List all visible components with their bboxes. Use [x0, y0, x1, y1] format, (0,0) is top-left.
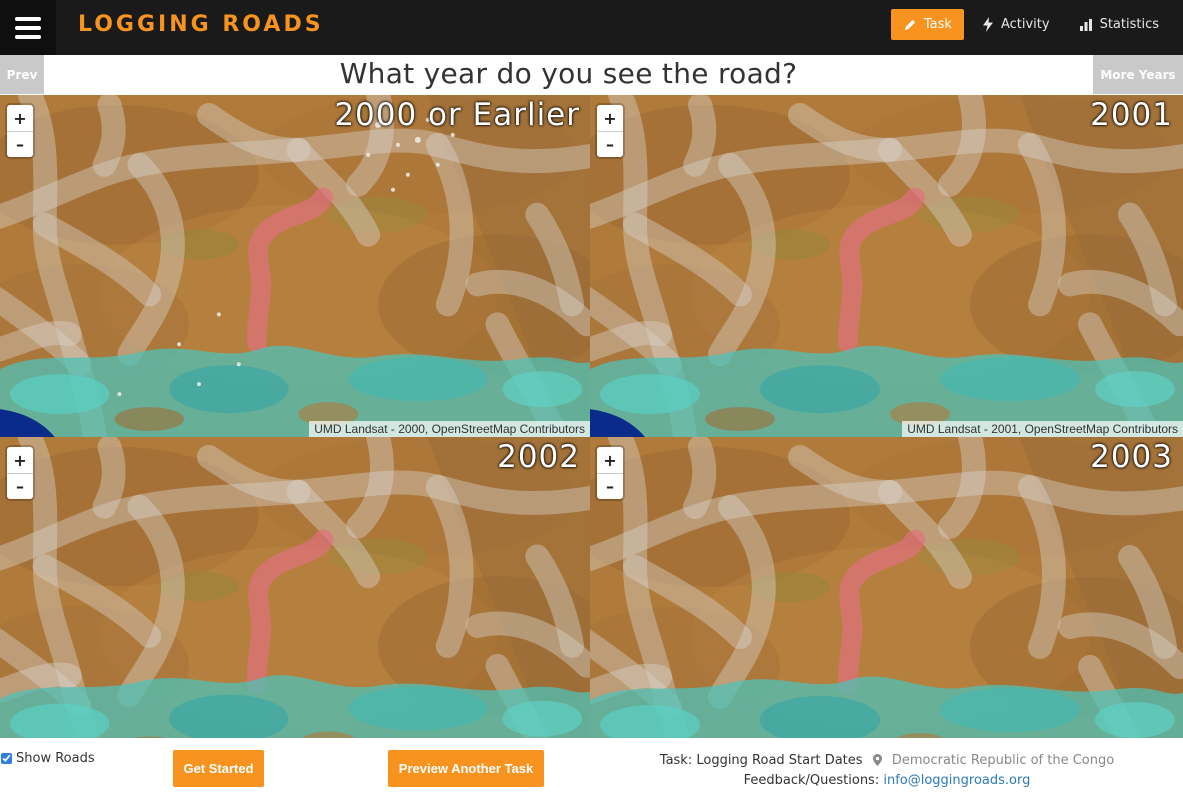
map-attribution: UMD Landsat - 2001, OpenStreetMap Contri… — [902, 421, 1183, 437]
nav-label-task: Task — [923, 17, 952, 32]
map-year-label: 2002 — [497, 439, 580, 475]
nav-label-activity: Activity — [1000, 17, 1050, 32]
zoom-in-button[interactable]: + — [597, 447, 623, 473]
map-attribution: UMD Landsat - 2000, OpenStreetMap Contri… — [309, 421, 590, 437]
show-roads-checkbox[interactable] — [1, 753, 12, 764]
map-panel-2003[interactable]: 2003 + – — [590, 437, 1183, 738]
map-panel-2000[interactable]: 2000 or Earlier + – UMD Landsat - 2000, … — [0, 95, 590, 437]
feedback-label: Feedback/Questions: — [743, 773, 880, 788]
bar-chart-icon — [1079, 18, 1092, 31]
show-roads-label: Show Roads — [16, 751, 95, 766]
map-year-label: 2000 or Earlier — [334, 97, 580, 133]
task-name: Task: Logging Road Start Dates — [659, 753, 863, 768]
zoom-control: + – — [7, 447, 33, 499]
zoom-in-button[interactable]: + — [7, 447, 33, 473]
satellite-imagery — [0, 437, 590, 738]
zoom-out-button[interactable]: – — [597, 473, 623, 499]
map-year-label: 2003 — [1090, 439, 1173, 475]
nav-item-task[interactable]: Task — [890, 9, 964, 40]
zoom-out-button[interactable]: – — [597, 131, 623, 157]
nav-item-activity[interactable]: Activity — [970, 9, 1062, 40]
lightning-icon — [982, 17, 993, 32]
footer-bar: Show Roads Get Started Preview Another T… — [0, 738, 1183, 808]
zoom-control: + – — [597, 105, 623, 157]
zoom-in-button[interactable]: + — [597, 105, 623, 131]
show-roads-toggle[interactable]: Show Roads — [1, 751, 95, 766]
zoom-control: + – — [597, 447, 623, 499]
task-info: Task: Logging Road Start Dates Democrati… — [640, 751, 1134, 791]
main-nav: Task Activity Statistics — [890, 9, 1171, 40]
map-panel-2001[interactable]: 2001 + – UMD Landsat - 2001, OpenStreetM… — [590, 95, 1183, 437]
zoom-control: + – — [7, 105, 33, 157]
hamburger-menu-icon[interactable] — [0, 0, 56, 55]
get-started-button[interactable]: Get Started — [173, 750, 264, 787]
feedback-email-link[interactable]: info@loggingroads.org — [883, 773, 1030, 788]
satellite-imagery — [590, 95, 1183, 437]
satellite-imagery — [590, 437, 1183, 738]
zoom-out-button[interactable]: – — [7, 473, 33, 499]
nav-item-statistics[interactable]: Statistics — [1068, 9, 1171, 40]
question-title: What year do you see the road? — [339, 57, 798, 90]
question-bar: Prev What year do you see the road? More… — [0, 55, 1183, 95]
nav-label-statistics: Statistics — [1099, 17, 1159, 32]
map-panel-2002[interactable]: 2002 + – — [0, 437, 590, 738]
preview-another-task-button[interactable]: Preview Another Task — [388, 750, 544, 787]
map-year-label: 2001 — [1090, 97, 1173, 133]
prev-button[interactable]: Prev — [0, 55, 44, 94]
pencil-icon — [904, 19, 915, 30]
satellite-imagery — [0, 95, 590, 437]
brand-logo[interactable]: LOGGING ROADS — [78, 12, 324, 37]
task-country: Democratic Republic of the Congo — [891, 753, 1115, 768]
more-years-button[interactable]: More Years — [1093, 55, 1183, 94]
map-pin-icon — [872, 754, 882, 766]
zoom-in-button[interactable]: + — [7, 105, 33, 131]
zoom-out-button[interactable]: – — [7, 131, 33, 157]
top-navbar: LOGGING ROADS Task Activity Statistics — [0, 0, 1183, 55]
